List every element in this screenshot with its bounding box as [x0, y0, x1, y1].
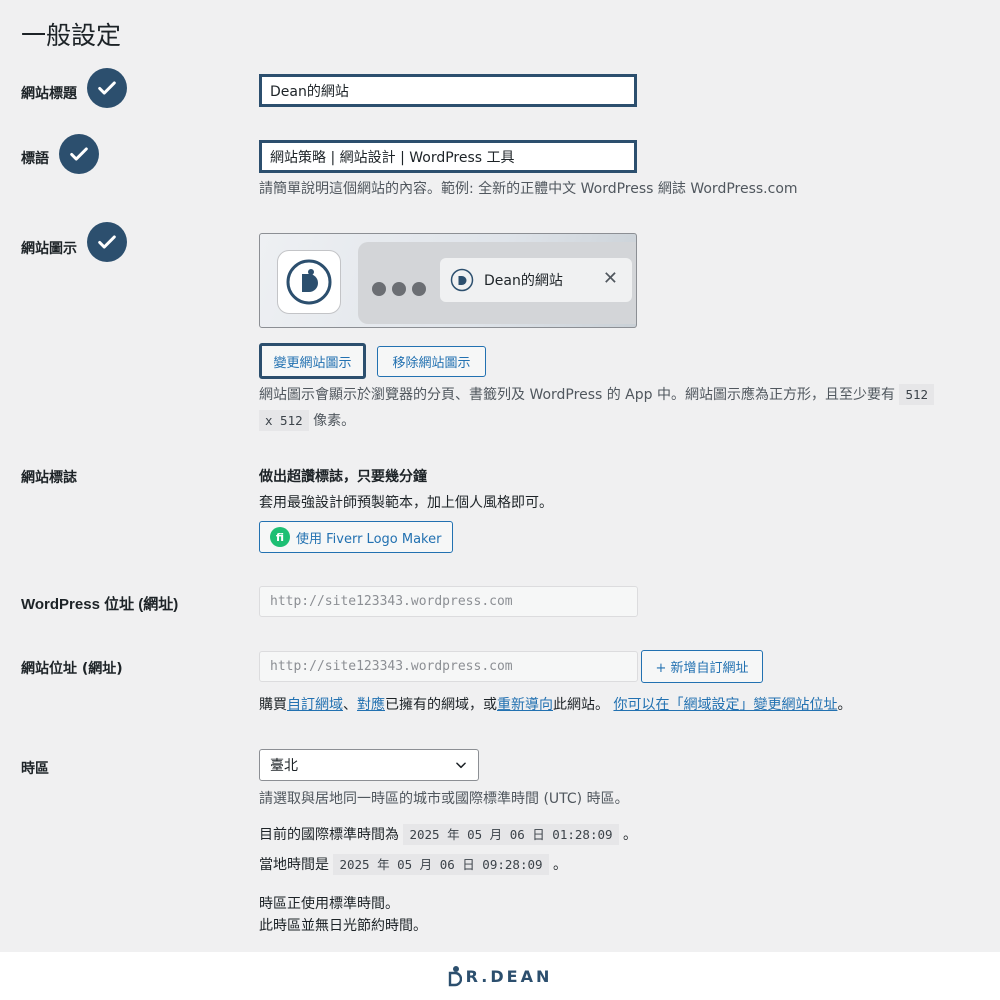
site-icon-description-suffix: 像素。 — [313, 413, 356, 429]
help-text: 。 — [837, 697, 852, 713]
local-time-line: 當地時間是 2025 年 05 月 06 日 09:28:09 。 — [259, 854, 567, 876]
timezone-selected: 臺北 — [270, 758, 298, 774]
dst-note: 此時區並無日光節約時間。 — [259, 918, 427, 934]
site-logo-label: 網站標誌 — [21, 470, 77, 486]
fiverr-button-label: 使用 Fiverr Logo Maker — [296, 531, 442, 547]
help-text: 已擁有的網域，或 — [385, 697, 497, 713]
wp-address-input: http://site123343.wordpress.com — [259, 586, 638, 617]
window-dot — [372, 282, 386, 296]
timezone-description: 請選取與居地同一時區的城市或國際標準時間 (UTC) 時區。 — [259, 791, 629, 807]
site-address-input: http://site123343.wordpress.com — [259, 651, 638, 682]
local-time-value: 2025 年 05 月 06 日 09:28:09 — [333, 854, 549, 875]
chevron-down-icon — [456, 762, 466, 769]
remove-site-icon-button[interactable]: 移除網站圖示 — [377, 346, 486, 377]
tagline-input[interactable] — [259, 140, 637, 173]
local-time-prefix: 當地時間是 — [259, 857, 329, 873]
window-dot — [412, 282, 426, 296]
site-title-input[interactable] — [259, 74, 637, 107]
site-logo-text: 套用最強設計師預製範本，加上個人風格即可。 — [259, 495, 553, 511]
site-address-label: 網站位址 (網址) — [21, 661, 123, 677]
checkmark-icon — [59, 134, 99, 174]
domain-settings-link[interactable]: 你可以在「網域設定」變更網站位址 — [613, 697, 837, 713]
site-title-label: 網站標題 — [21, 86, 77, 102]
change-site-icon-button[interactable]: 變更網站圖示 — [259, 343, 366, 379]
site-icon-description-text: 網站圖示會顯示於瀏覽器的分頁、書籤列及 WordPress 的 App 中。網站… — [259, 387, 895, 403]
footer-brand: R.DEAN — [448, 965, 553, 987]
site-logo-icon — [450, 268, 474, 292]
standard-time-note: 時區正使用標準時間。 — [259, 896, 399, 912]
map-domain-link[interactable]: 對應 — [357, 697, 385, 713]
timezone-select[interactable]: 臺北 — [259, 749, 479, 781]
site-icon-label: 網站圖示 — [21, 241, 77, 257]
add-custom-domain-button[interactable]: + 新增自訂網址 — [641, 650, 763, 683]
timezone-label: 時區 — [21, 761, 49, 777]
help-text: 此網站。 — [553, 697, 609, 713]
custom-domain-link[interactable]: 自訂網域 — [287, 697, 343, 713]
browser-bar: Dean的網站 ✕ — [358, 242, 636, 324]
fiverr-logo-maker-button[interactable]: fi 使用 Fiverr Logo Maker — [259, 521, 453, 553]
size-code: 512 — [899, 384, 935, 405]
tagline-label: 標語 — [21, 151, 49, 167]
wp-address-label: WordPress 位址 (網址) — [21, 596, 179, 613]
fiverr-icon: fi — [270, 527, 290, 547]
brand-text: R.DEAN — [465, 966, 553, 986]
redirect-link[interactable]: 重新導向 — [497, 697, 553, 713]
site-logo-icon — [286, 259, 332, 305]
help-text: 購買 — [259, 697, 287, 713]
footer: R.DEAN — [0, 952, 1000, 1000]
checkmark-icon — [87, 68, 127, 108]
tab-title: Dean的網站 — [484, 273, 563, 289]
utc-time-prefix: 目前的國際標準時間為 — [259, 827, 399, 843]
site-icon-description: 網站圖示會顯示於瀏覽器的分頁、書籤列及 WordPress 的 App 中。網站… — [259, 382, 979, 434]
site-logo-heading: 做出超讚標誌，只要幾分鐘 — [259, 469, 427, 485]
utc-time-value: 2025 年 05 月 06 日 01:28:09 — [403, 824, 619, 845]
page-title: 一般設定 — [21, 21, 122, 50]
local-time-suffix: 。 — [552, 857, 567, 873]
help-text: 、 — [343, 697, 357, 713]
app-icon-tile — [277, 250, 341, 314]
utc-time-suffix: 。 — [622, 827, 637, 843]
size-code: x 512 — [259, 410, 309, 431]
site-icon-preview: Dean的網站 ✕ — [259, 233, 637, 328]
browser-tab: Dean的網站 ✕ — [440, 258, 632, 302]
brand-logo-icon — [448, 966, 462, 987]
site-address-help: 購買自訂網域、對應已擁有的網域，或重新導向此網站。 你可以在「網域設定」變更網站… — [259, 693, 851, 717]
checkmark-icon — [87, 222, 127, 262]
close-icon: ✕ — [602, 268, 618, 289]
tagline-description: 請簡單說明這個網站的內容。範例: 全新的正體中文 WordPress 網誌 Wo… — [259, 181, 798, 197]
window-dot — [392, 282, 406, 296]
utc-time-line: 目前的國際標準時間為 2025 年 05 月 06 日 01:28:09 。 — [259, 824, 637, 846]
